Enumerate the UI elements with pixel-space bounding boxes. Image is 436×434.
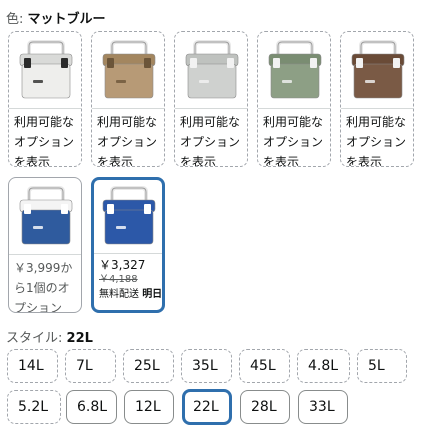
product-thumbnail bbox=[9, 178, 81, 254]
cooler-image bbox=[19, 186, 73, 245]
delivery-day: 明日 bbox=[142, 289, 163, 300]
size-option-22l[interactable]: 22L bbox=[182, 389, 232, 425]
size-option-25l[interactable]: 25L bbox=[123, 349, 174, 383]
product-thumbnail bbox=[341, 32, 413, 108]
size-option-4-8l[interactable]: 4.8L bbox=[297, 349, 350, 383]
list-price: ￥4,188 bbox=[99, 274, 138, 285]
product-thumbnail bbox=[92, 32, 164, 108]
product-thumbnail bbox=[175, 32, 247, 108]
size-option-6-8l[interactable]: 6.8L bbox=[66, 390, 117, 424]
swatch-caption: 利用可能な オプション を表示 bbox=[341, 108, 413, 166]
selected-style-value: 22L bbox=[66, 331, 93, 346]
cooler-image bbox=[185, 40, 239, 99]
swatch-caption: 利用可能な オプション を表示 bbox=[175, 108, 247, 166]
size-option-28l[interactable]: 28L bbox=[240, 390, 290, 424]
swatch-caption: ￥3,999か ら1個のオ プション bbox=[9, 254, 81, 312]
size-option-14l[interactable]: 14L bbox=[7, 349, 58, 383]
swatch-caption: 利用可能な オプション を表示 bbox=[258, 108, 330, 166]
cooler-image bbox=[102, 186, 156, 245]
color-label: 色: マットブルー bbox=[6, 8, 106, 27]
color-swatch-sand[interactable]: 利用可能な オプション を表示 bbox=[91, 31, 165, 167]
cooler-image bbox=[19, 40, 73, 99]
size-option-33l[interactable]: 33L bbox=[298, 390, 348, 424]
product-thumbnail bbox=[94, 180, 162, 256]
size-option-7l[interactable]: 7L bbox=[65, 349, 116, 383]
size-option-45l[interactable]: 45L bbox=[239, 349, 290, 383]
cooler-image bbox=[351, 40, 405, 99]
style-label: スタイル: 22L bbox=[6, 327, 93, 346]
style-label-text: スタイル: bbox=[6, 331, 63, 346]
price: ￥3,327 bbox=[99, 258, 146, 272]
swatch-caption: 利用可能な オプション を表示 bbox=[9, 108, 81, 166]
cooler-image bbox=[268, 40, 322, 99]
selected-color-value: マットブルー bbox=[27, 12, 106, 27]
color-swatch-light-gray[interactable]: 利用可能な オプション を表示 bbox=[174, 31, 248, 167]
cooler-image bbox=[102, 40, 156, 99]
swatch-caption: 利用可能な オプション を表示 bbox=[92, 108, 164, 166]
size-option-5l[interactable]: 5L bbox=[357, 349, 407, 383]
color-swatch-blue-variant[interactable]: ￥3,999か ら1個のオ プション bbox=[8, 177, 82, 313]
color-label-text: 色: bbox=[6, 12, 24, 27]
color-swatch-green[interactable]: 利用可能な オプション を表示 bbox=[257, 31, 331, 167]
shipping-info: 無料配送 明日 bbox=[99, 286, 162, 304]
size-option-12l[interactable]: 12L bbox=[124, 390, 174, 424]
color-swatch-brown[interactable]: 利用可能な オプション を表示 bbox=[340, 31, 414, 167]
product-thumbnail bbox=[9, 32, 81, 108]
product-thumbnail bbox=[258, 32, 330, 108]
free-shipping-text: 無料配送 bbox=[99, 289, 139, 300]
swatch-price-block: ￥3,327 ￥4,188 無料配送 明日 bbox=[94, 253, 162, 310]
color-swatch-matte-white[interactable]: 利用可能な オプション を表示 bbox=[8, 31, 82, 167]
size-option-35l[interactable]: 35L bbox=[181, 349, 232, 383]
color-swatch-matte-blue[interactable]: ￥3,327 ￥4,188 無料配送 明日 bbox=[91, 177, 165, 313]
size-option-5-2l[interactable]: 5.2L bbox=[7, 390, 61, 424]
